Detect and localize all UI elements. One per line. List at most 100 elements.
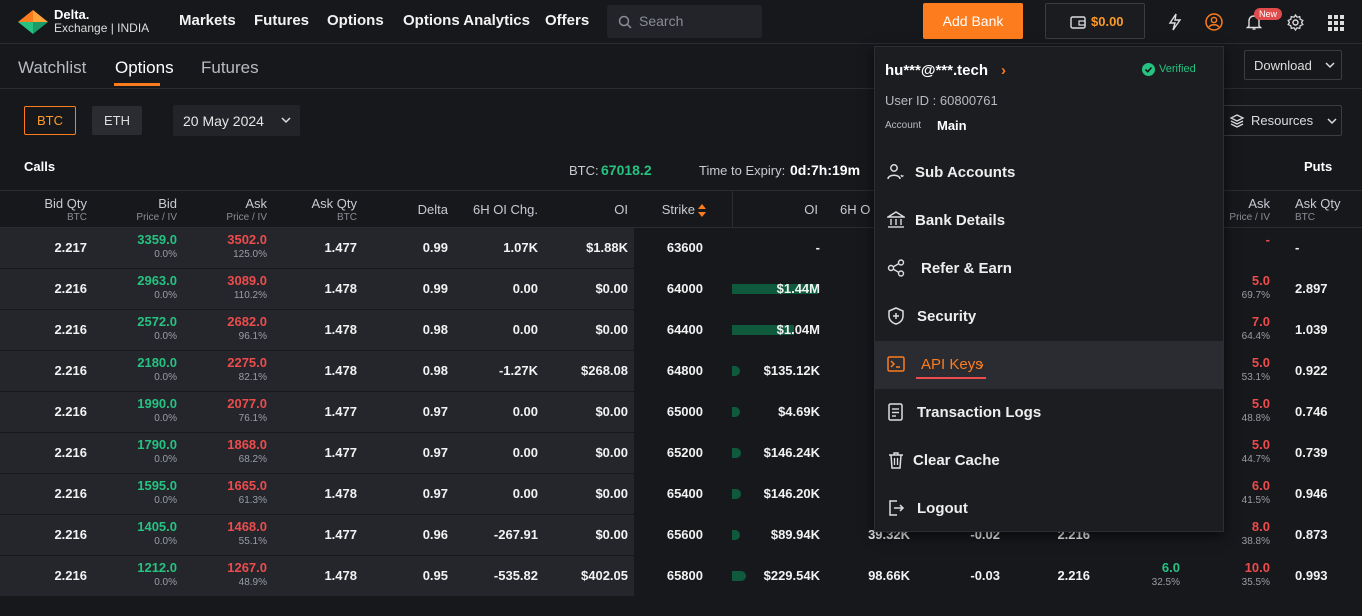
col-strike[interactable]: Strike — [650, 202, 695, 217]
sub-accounts-icon — [887, 164, 904, 180]
cell-bid-qty: 2.216 — [54, 322, 87, 337]
cell-delta: 0.98 — [422, 363, 448, 378]
nav-offers[interactable]: Offers — [545, 12, 589, 29]
cell-delta: 0.97 — [422, 486, 448, 501]
expiry-countdown: 0d:7h:19m — [790, 162, 861, 178]
menu-item-sub-accounts[interactable]: Sub Accounts — [875, 149, 1223, 197]
add-bank-button[interactable]: Add Bank — [923, 3, 1023, 39]
menu-label: Refer & Earn — [921, 260, 1012, 277]
cell-bid[interactable]: 2572.0 0.0% — [110, 314, 177, 342]
col-6h-oi-change[interactable]: 6H OI Chg. — [460, 202, 538, 217]
table-row[interactable]: 2.216 1.478 0.95 -535.82 $402.05 65800 $229.54… — [0, 556, 1362, 597]
menu-item-bank-details[interactable]: Bank Details — [875, 197, 1223, 245]
cell-bid[interactable]: 1595.0 0.0% — [110, 478, 177, 506]
nav-markets[interactable]: Markets — [179, 12, 236, 29]
puts-label: Puts — [1304, 159, 1333, 174]
nav-options[interactable]: Options — [327, 12, 384, 29]
user-id: User ID : 60800761 — [885, 93, 998, 108]
menu-label: API Keys — [921, 356, 983, 373]
settings-gear-icon[interactable] — [1287, 14, 1304, 31]
col-bid[interactable]: Bid Price / IV — [110, 196, 177, 223]
nav-options-analytics[interactable]: Options Analytics — [403, 12, 530, 29]
asset-eth-button[interactable]: ETH — [92, 106, 142, 135]
cell-ask[interactable]: 3089.0 110.2% — [200, 273, 267, 301]
cell-put-oi: $89.94K — [770, 527, 820, 542]
cell-bid[interactable]: 1405.0 0.0% — [110, 519, 177, 547]
cell-ask[interactable]: 2077.0 76.1% — [200, 396, 267, 424]
cell-ask[interactable]: 3502.0 125.0% — [200, 232, 267, 260]
expiry-date-select[interactable]: 20 May 2024 — [173, 105, 300, 136]
cell-put-ask-qty: 0.922 — [1295, 363, 1328, 378]
sort-icon[interactable] — [698, 204, 706, 217]
nav-futures[interactable]: Futures — [254, 12, 309, 29]
account-value[interactable]: Main — [937, 118, 967, 133]
cell-ask[interactable]: 1868.0 68.2% — [200, 437, 267, 465]
tab-futures[interactable]: Futures — [201, 58, 259, 78]
cell-bid-qty: 2.216 — [54, 363, 87, 378]
tab-watchlist[interactable]: Watchlist — [18, 58, 86, 78]
cell-bid-qty: 2.216 — [54, 281, 87, 296]
col-delta[interactable]: Delta — [380, 202, 448, 217]
terminal-icon — [887, 356, 905, 372]
cell-bid[interactable]: 1212.0 0.0% — [110, 560, 177, 588]
cell-ask[interactable]: 2275.0 82.1% — [200, 355, 267, 383]
menu-item-refer-earn[interactable]: Refer & Earn — [875, 245, 1223, 293]
cell-ask[interactable]: 2682.0 96.1% — [200, 314, 267, 342]
col-ask[interactable]: Ask Price / IV — [200, 196, 267, 223]
cell-ask[interactable]: 1468.0 55.1% — [200, 519, 267, 547]
tab-options[interactable]: Options — [115, 58, 174, 78]
cell-ask[interactable]: 1665.0 61.3% — [200, 478, 267, 506]
col-ask-qty[interactable]: Ask Qty BTC — [290, 196, 357, 223]
profile-icon[interactable] — [1205, 13, 1223, 31]
active-tab-indicator — [114, 83, 160, 86]
cell-strike: 65200 — [666, 445, 703, 460]
wallet-balance-button[interactable]: $0.00 — [1045, 3, 1145, 39]
document-list-icon — [888, 403, 903, 421]
resources-button[interactable]: Resources — [1222, 105, 1342, 136]
cell-ask-qty: 1.477 — [324, 240, 357, 255]
cell-oi-chg: 0.00 — [512, 281, 538, 296]
cell-bid[interactable]: 1990.0 0.0% — [110, 396, 177, 424]
cell-ask-qty: 1.478 — [324, 281, 357, 296]
cell-oi-chg: -267.91 — [493, 527, 538, 542]
top-bar: Delta. Exchange | INDIA Markets Futures … — [0, 0, 1362, 44]
logo-line2: Exchange | INDIA — [54, 21, 150, 35]
user-email[interactable]: hu***@***.tech — [885, 62, 988, 79]
cell-oi-chg: 0.00 — [512, 445, 538, 460]
apps-grid-icon[interactable] — [1328, 15, 1344, 31]
cell-bid[interactable]: 2963.0 0.0% — [110, 273, 177, 301]
cell-put-ask[interactable]: 10.0 35.5% — [1205, 560, 1270, 588]
menu-item-logout[interactable]: Logout — [875, 485, 1223, 533]
wallet-balance: $0.00 — [1091, 14, 1124, 29]
col-bid-qty[interactable]: Bid Qty BTC — [20, 196, 87, 223]
verified-badge: Verified — [1159, 63, 1196, 75]
col-put-ask-qty[interactable]: Ask Qty BTC — [1295, 196, 1362, 223]
search-icon — [618, 15, 632, 29]
cell-put-ask-qty: 0.993 — [1295, 568, 1328, 583]
asset-btc-button[interactable]: BTC — [24, 106, 76, 135]
flash-icon[interactable] — [1167, 13, 1183, 31]
email-chevron-icon[interactable]: › — [1001, 62, 1006, 79]
cell-put-ask-qty: 0.946 — [1295, 486, 1328, 501]
menu-item-clear-cache[interactable]: Clear Cache — [875, 437, 1223, 485]
download-button[interactable]: Download — [1244, 50, 1342, 80]
search-input[interactable]: Search — [607, 5, 762, 38]
cell-ask-qty: 1.478 — [324, 363, 357, 378]
menu-item-transaction-logs[interactable]: Transaction Logs — [875, 389, 1223, 437]
cell-ask[interactable]: 1267.0 48.9% — [200, 560, 267, 588]
cell-strike: 64000 — [666, 281, 703, 296]
logout-icon — [889, 500, 905, 516]
col-oi[interactable]: OI — [560, 202, 628, 217]
menu-item-security[interactable]: Security — [875, 293, 1223, 341]
cell-bid[interactable]: 3359.0 0.0% — [110, 232, 177, 260]
cell-bid-qty: 2.216 — [54, 445, 87, 460]
cell-put-bid[interactable]: 6.0 32.5% — [1110, 560, 1180, 588]
cell-strike: 63600 — [666, 240, 703, 255]
menu-item-api-keys[interactable]: API Keys › — [875, 341, 1223, 389]
cell-put-ask-qty: 1.039 — [1295, 322, 1328, 337]
col-put-oi[interactable]: OI — [770, 202, 818, 217]
cell-put-delta: -0.03 — [970, 568, 1000, 583]
cell-bid[interactable]: 1790.0 0.0% — [110, 437, 177, 465]
delta-logo[interactable]: Delta. Exchange | INDIA — [16, 6, 166, 38]
cell-bid[interactable]: 2180.0 0.0% — [110, 355, 177, 383]
